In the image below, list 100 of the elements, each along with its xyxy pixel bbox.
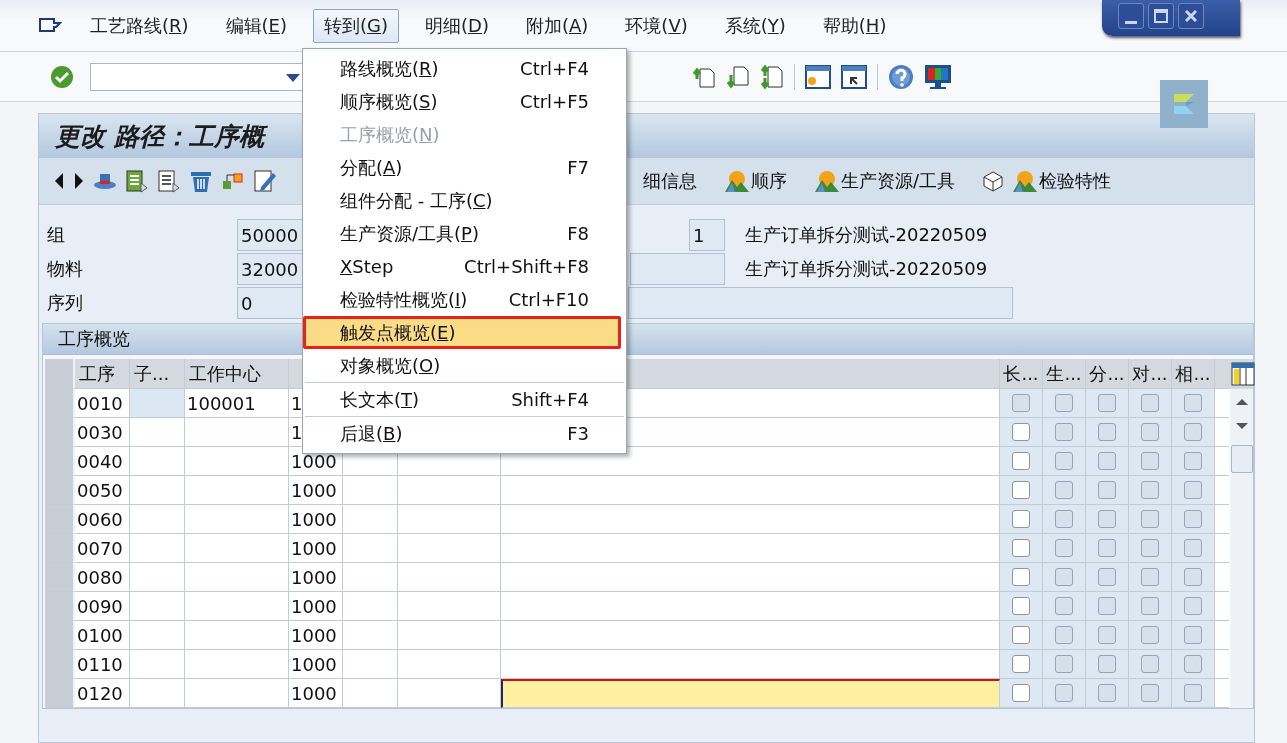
scrollbar[interactable] xyxy=(1231,389,1253,708)
table-settings-icon[interactable] xyxy=(1231,362,1255,386)
document-list-icon[interactable] xyxy=(125,169,149,193)
checkbox[interactable] xyxy=(1012,452,1030,470)
row-selector[interactable] xyxy=(45,650,75,679)
row-selector[interactable] xyxy=(45,534,75,563)
table-cell xyxy=(343,505,398,534)
table-cell: 0120 xyxy=(75,679,130,708)
checkbox[interactable] xyxy=(1012,539,1030,557)
mountain-icon xyxy=(1013,170,1038,192)
toolbar-button[interactable]: 顺序 xyxy=(721,167,791,195)
table-cell: 0090 xyxy=(75,592,130,621)
next-icon[interactable] xyxy=(73,171,85,191)
toolbar-button[interactable]: 检验特性 xyxy=(1009,167,1116,195)
select-all-cell[interactable] xyxy=(45,359,75,389)
row-selector[interactable] xyxy=(45,621,75,650)
minimize-button[interactable] xyxy=(1118,3,1144,29)
table-cell: 0070 xyxy=(75,534,130,563)
column-header[interactable]: 相... xyxy=(1172,359,1215,389)
minimize-icon xyxy=(1125,21,1137,24)
column-header[interactable]: 生... xyxy=(1043,359,1086,389)
column-header[interactable]: 工作中心 xyxy=(185,359,289,389)
menu-item[interactable]: 组件分配 - 工序(C) xyxy=(303,184,626,217)
logo-icon xyxy=(1160,80,1208,128)
row-selector[interactable] xyxy=(45,447,75,476)
menu-item[interactable]: 系统(Y) xyxy=(713,8,797,43)
edit-icon[interactable] xyxy=(253,169,277,193)
help-icon[interactable] xyxy=(888,63,914,90)
menu-item[interactable]: 帮助(H) xyxy=(811,8,898,43)
description-text: 生产订单拆分测试-20220509 xyxy=(745,223,988,247)
menu-item[interactable]: 工艺路线(R) xyxy=(79,8,200,43)
table-cell xyxy=(343,592,398,621)
row-selector[interactable] xyxy=(45,563,75,592)
menu-item[interactable]: 编辑(E) xyxy=(214,8,298,43)
close-button[interactable] xyxy=(1178,3,1204,29)
table-cell: 0010 xyxy=(75,389,130,418)
cube-icon[interactable] xyxy=(981,170,1006,192)
menu-item[interactable]: 路线概览(R) Ctrl+F4 xyxy=(303,52,626,85)
column-header[interactable]: 长... xyxy=(1000,359,1043,389)
new-window-icon[interactable] xyxy=(805,63,831,90)
menu-item[interactable]: 环境(V) xyxy=(614,8,699,43)
trash-icon[interactable] xyxy=(189,169,213,193)
maximize-icon xyxy=(1152,7,1170,25)
monitor-icon[interactable] xyxy=(924,63,952,90)
row-selector[interactable] xyxy=(45,389,75,418)
checkbox[interactable] xyxy=(1012,510,1030,528)
toolbar-button[interactable]: 生产资源/工具 xyxy=(811,167,960,195)
menu-item[interactable]: 分配(A) F7 xyxy=(303,151,626,184)
menu-item[interactable]: 顺序概览(S) Ctrl+F5 xyxy=(303,85,626,118)
table-cell: 0100 xyxy=(75,621,130,650)
menu-item[interactable]: 转到(G) xyxy=(313,8,400,43)
table-cell: 1000 xyxy=(289,679,343,708)
menu-item[interactable]: 检验特性概览(I) Ctrl+F10 xyxy=(303,283,626,316)
column-header[interactable]: 子... xyxy=(130,359,185,389)
checkbox[interactable] xyxy=(1012,481,1030,499)
maximize-button[interactable] xyxy=(1148,3,1174,29)
document-icon[interactable] xyxy=(157,169,181,193)
row-selector[interactable] xyxy=(45,505,75,534)
checkbox[interactable] xyxy=(1012,684,1030,702)
close-icon xyxy=(1182,7,1200,25)
scroll-thumb[interactable] xyxy=(1231,445,1253,473)
menu-item[interactable]: 附加(A) xyxy=(514,8,600,43)
dropdown-arrow-icon[interactable] xyxy=(286,73,300,82)
input-field[interactable] xyxy=(630,253,725,285)
menu-item[interactable]: XStep Ctrl+Shift+F8 xyxy=(303,250,626,283)
column-header[interactable]: 工序 xyxy=(75,359,130,389)
column-header[interactable]: 对... xyxy=(1129,359,1172,389)
mountain-icon xyxy=(725,170,749,192)
menu-item[interactable]: 触发点概览(E) xyxy=(303,316,621,349)
menu-item[interactable]: 明细(D) xyxy=(414,8,500,43)
row-selector[interactable] xyxy=(45,476,75,505)
previous-icon[interactable] xyxy=(53,171,65,191)
table-title: 工序概览 xyxy=(58,327,130,351)
scroll-up-icon[interactable] xyxy=(1235,397,1249,407)
table-cell: 0080 xyxy=(75,563,130,592)
shortcut-icon[interactable] xyxy=(841,63,867,90)
table-cell xyxy=(343,534,398,563)
input-field[interactable] xyxy=(628,287,1013,319)
input-field[interactable] xyxy=(501,679,1000,708)
row-selector[interactable] xyxy=(45,679,75,708)
check-icon[interactable] xyxy=(50,64,74,89)
column-header[interactable]: 分... xyxy=(1086,359,1129,389)
row-selector[interactable] xyxy=(45,418,75,447)
table-cell: 1000 xyxy=(289,592,343,621)
menu-item[interactable]: 生产资源/工具(P) F8 xyxy=(303,217,626,250)
checkbox[interactable] xyxy=(1012,568,1030,586)
checkbox[interactable] xyxy=(1012,597,1030,615)
table-cell xyxy=(343,476,398,505)
row-selector[interactable] xyxy=(45,592,75,621)
checkbox[interactable] xyxy=(1012,655,1030,673)
menu-item[interactable]: 对象概览(O) xyxy=(303,349,626,382)
checkbox[interactable] xyxy=(1012,423,1030,441)
menu-item[interactable]: 长文本(T) Shift+F4 xyxy=(303,383,626,416)
table-cell xyxy=(343,621,398,650)
scroll-down-icon[interactable] xyxy=(1235,421,1249,431)
checkbox[interactable] xyxy=(1012,626,1030,644)
document-arrows-icon[interactable] xyxy=(760,64,784,89)
toolbar-button[interactable]: 细信息 xyxy=(639,167,701,195)
counter-field[interactable]: 1 xyxy=(689,219,725,251)
document-down-icon[interactable] xyxy=(726,64,750,89)
